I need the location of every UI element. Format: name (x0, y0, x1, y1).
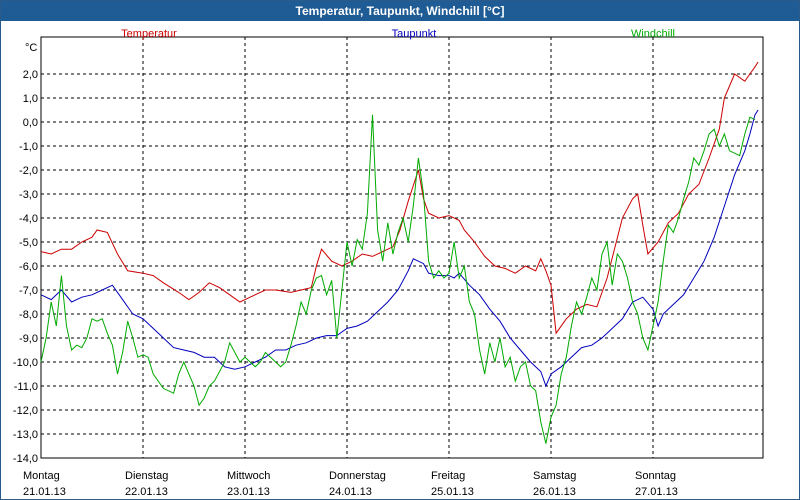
y-tick-label: -14,0 (13, 453, 38, 465)
y-tick-label: -8,0 (19, 309, 38, 321)
y-tick-label: -13,0 (13, 429, 38, 441)
x-tick-date-label: 21.01.13 (23, 486, 66, 498)
y-tick-label: -6,0 (19, 261, 38, 273)
y-tick-label: -7,0 (19, 285, 38, 297)
x-tick-date-label: 25.01.13 (431, 486, 474, 498)
x-tick-day-label: Montag (23, 470, 60, 482)
y-tick-label: -5,0 (19, 237, 38, 249)
x-tick-day-label: Dienstag (125, 470, 168, 482)
y-tick-label: -3,0 (19, 189, 38, 201)
y-tick-label: -11,0 (14, 381, 38, 393)
x-tick-day-label: Freitag (431, 470, 465, 482)
legend-windchill: Windchill (631, 28, 675, 40)
y-tick-label: -1,0 (19, 141, 38, 153)
x-tick-day-label: Mittwoch (227, 470, 270, 482)
line-chart: 2,0 1,0 0,0 -1,0 -2,0 -3,0 -4,0 -5,0 -6,0 -7,0 -8,… (13, 28, 764, 498)
chart-window: Temperatur, Taupunkt, Windchill [°C] 2,0… (0, 0, 800, 500)
x-tick-date-label: 24.01.13 (329, 486, 372, 498)
x-tick-day-label: Sonntag (635, 470, 676, 482)
y-tick-label: -9,0 (19, 333, 38, 345)
x-tick-date-label: 27.01.13 (635, 486, 678, 498)
plot-frame (40, 36, 764, 459)
y-tick-label: 0,0 (23, 117, 38, 129)
y-tick-label: -2,0 (19, 165, 38, 177)
y-tick-label: -10,0 (13, 357, 38, 369)
x-tick-day-label: Donnerstag (329, 470, 386, 482)
x-tick-date-label: 22.01.13 (125, 486, 168, 498)
y-tick-label: -12,0 (13, 405, 38, 417)
legend-taupunkt: Taupunkt (392, 28, 437, 40)
y-tick-label: 2,0 (23, 69, 38, 81)
y-tick-label: -4,0 (19, 213, 38, 225)
legend-temperatur: Temperatur (121, 28, 177, 40)
x-tick-day-label: Samstag (533, 470, 576, 482)
y-axis-unit: °C (25, 42, 37, 54)
x-tick-date-label: 26.01.13 (533, 486, 576, 498)
y-tick-label: 1,0 (23, 93, 38, 105)
x-tick-date-label: 23.01.13 (227, 486, 270, 498)
